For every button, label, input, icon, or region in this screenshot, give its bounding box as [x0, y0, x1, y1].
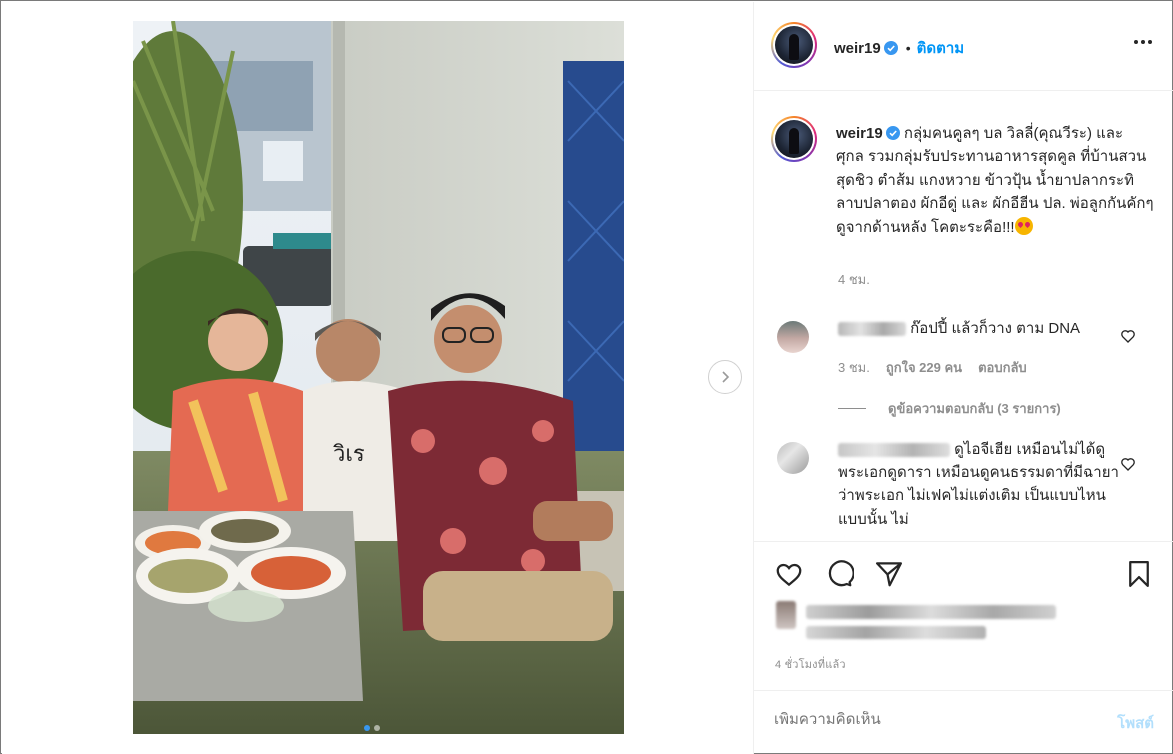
bookmark-icon	[1129, 561, 1149, 587]
comment-1-reply-button[interactable]: ตอบกลับ	[978, 357, 1027, 378]
caption-author-avatar[interactable]	[771, 116, 817, 162]
post-caption: weir19 กลุ่มคนคูลๆ บล วิลลี่(คุณวีระ) แล…	[836, 122, 1154, 239]
caption-time: 4 ชม.	[838, 272, 870, 287]
heart-eyes-emoji-icon	[1014, 216, 1033, 235]
view-replies-button[interactable]: ดูข้อความตอบกลับ (3 รายการ)	[838, 398, 1061, 419]
liked-by-text-redacted	[806, 605, 1056, 619]
author-avatar[interactable]	[771, 22, 817, 68]
comment-1: ก๊อปปี้ แล้วก็วาง ตาม DNA	[838, 318, 1128, 340]
photo-illustration: วิเร	[133, 21, 624, 734]
comment-1-likes[interactable]: ถูกใจ 229 คน	[886, 357, 962, 378]
post-header: weir19 • ติดตาม	[754, 2, 1173, 91]
post-photo[interactable]: วิเร	[133, 21, 624, 734]
carousel-dot	[374, 725, 380, 731]
instagram-post-modal: วิเร weir19 • ติดตาม weir19 กลุ่มคนคูลๆ …	[0, 0, 1173, 754]
chevron-right-icon	[722, 371, 730, 383]
more-options-icon[interactable]	[1134, 40, 1152, 44]
comment-1-meta: 3 ชม. ถูกใจ 229 คน ตอบกลับ	[838, 357, 1027, 378]
separator-bullet: •	[905, 40, 911, 56]
comment-icon	[828, 560, 854, 587]
caption-text: กลุ่มคนคูลๆ บล วิลลี่(คุณวีระ) และ ศุกล …	[836, 125, 1154, 236]
comment-button[interactable]	[824, 559, 854, 589]
liked-by-summary[interactable]	[776, 599, 1066, 643]
carousel-dots	[364, 725, 380, 731]
like-button[interactable]	[774, 559, 804, 589]
svg-text:วิเร: วิเร	[332, 442, 365, 467]
share-icon	[876, 562, 902, 587]
like-comment-heart-icon[interactable]	[1120, 328, 1136, 344]
comment-2: ดูไอจีเฮีย เหมือนไม่ได้ดูพระเอกดูดารา เห…	[838, 438, 1128, 531]
heart-icon	[776, 563, 802, 587]
caption-username[interactable]: weir19	[836, 125, 883, 142]
save-button[interactable]	[1124, 559, 1154, 589]
share-button[interactable]	[874, 559, 904, 589]
post-actions: 4 ชั่วโมงที่แล้ว โพสต์	[754, 541, 1173, 754]
replies-divider	[838, 408, 866, 409]
liked-by-avatar	[776, 601, 796, 629]
post-media: วิเร	[2, 2, 753, 754]
add-comment-input[interactable]	[774, 711, 1074, 728]
blurred-username[interactable]	[838, 322, 906, 337]
carousel-dot-active	[364, 725, 370, 731]
verified-badge-icon	[885, 126, 900, 140]
view-replies-label: ดูข้อความตอบกลับ (3 รายการ)	[888, 401, 1061, 416]
commenter-avatar[interactable]	[777, 321, 809, 353]
commenter-avatar[interactable]	[777, 442, 809, 474]
comments-list: weir19 กลุ่มคนคูลๆ บล วิลลี่(คุณวีระ) แล…	[754, 92, 1173, 540]
blurred-username[interactable]	[838, 443, 950, 458]
post-side-panel: weir19 • ติดตาม weir19 กลุ่มคนคูลๆ บล วิ…	[753, 2, 1173, 754]
author-info: weir19 • ติดตาม	[834, 36, 964, 60]
follow-button[interactable]: ติดตาม	[917, 36, 965, 60]
post-timestamp: 4 ชั่วโมงที่แล้ว	[775, 659, 846, 671]
comment-1-time: 3 ชม.	[838, 360, 870, 375]
post-comment-button[interactable]: โพสต์	[1117, 711, 1154, 735]
add-comment-form: โพสต์	[754, 690, 1173, 754]
author-username[interactable]: weir19	[834, 40, 881, 57]
next-slide-button[interactable]	[708, 360, 742, 394]
like-comment-heart-icon[interactable]	[1120, 456, 1136, 472]
verified-badge-icon	[883, 41, 898, 55]
comment-1-text: ก๊อปปี้ แล้วก็วาง ตาม DNA	[910, 320, 1081, 337]
liked-by-count-redacted	[806, 626, 986, 639]
